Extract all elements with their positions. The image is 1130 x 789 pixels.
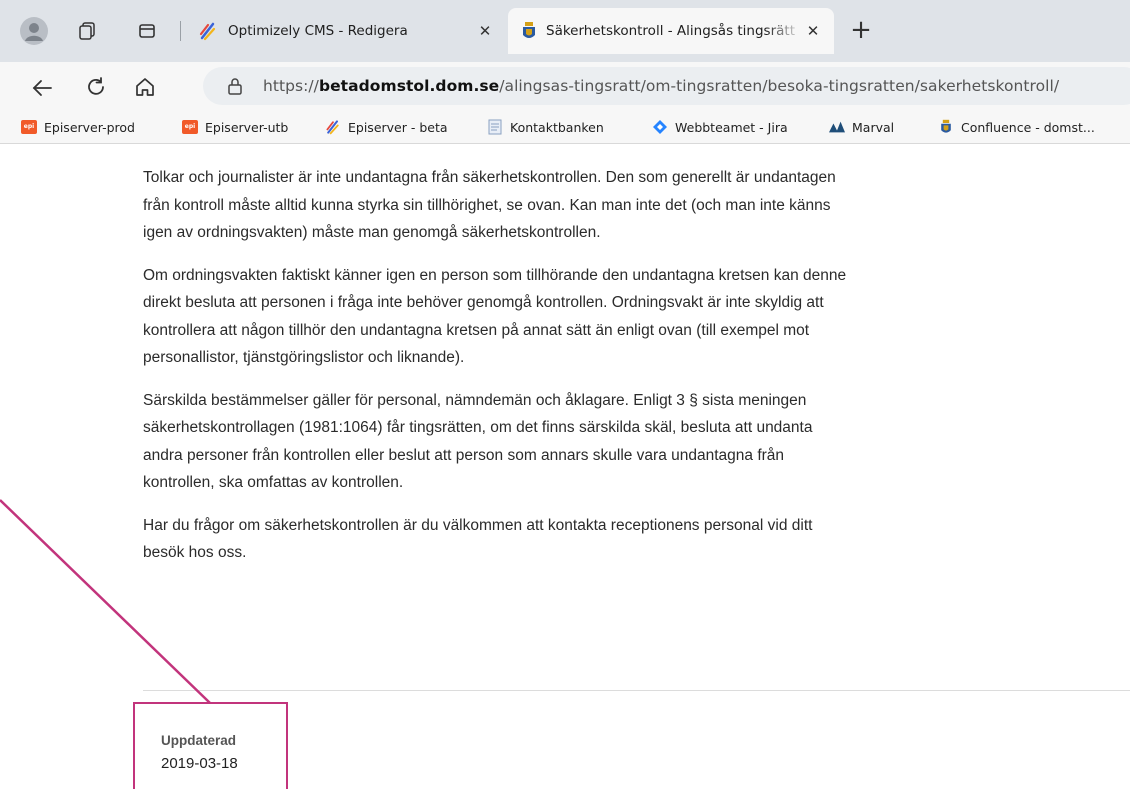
url-host: betadomstol.dom.se <box>318 77 500 95</box>
bookmark-episerver-beta[interactable]: Episerver - beta <box>325 119 448 135</box>
address-bar[interactable]: https://betadomstol.dom.se/alingsas-ting… <box>203 67 1130 105</box>
bookmark-label: Confluence - domst... <box>961 119 1095 135</box>
content-divider <box>143 690 1130 691</box>
episerver-icon: epi <box>182 119 198 135</box>
bookmark-label: Episerver - beta <box>348 119 448 135</box>
tab-title: Optimizely CMS - Redigera <box>228 23 408 39</box>
refresh-icon[interactable] <box>84 75 108 99</box>
tab-optimizely[interactable]: Optimizely CMS - Redigera ✕ <box>190 8 506 54</box>
bookmark-label: Kontaktbanken <box>510 119 604 135</box>
paragraph: Tolkar och journalister är inte undantag… <box>143 169 836 241</box>
url-text: https://betadomstol.dom.se/alingsas-ting… <box>263 77 1059 95</box>
paragraph: Har du frågor om säkerhetskontrollen är … <box>143 516 813 562</box>
annotation-highlight-box <box>133 702 288 789</box>
browser-toolbar: https://betadomstol.dom.se/alingsas-ting… <box>0 62 1130 112</box>
home-icon[interactable] <box>133 75 157 99</box>
optimizely-icon <box>325 119 341 135</box>
lock-icon[interactable] <box>225 76 245 96</box>
tab-sakerhetskontroll[interactable]: Säkerhetskontroll - Alingsås tingsrätt ✕ <box>508 8 834 54</box>
tab-title: Säkerhetskontroll - Alingsås tingsrätt <box>546 23 796 39</box>
new-tab-button[interactable]: + <box>846 16 876 46</box>
bookmark-episerver-utb[interactable]: epi Episerver-utb <box>182 119 288 135</box>
crest-icon <box>522 21 536 41</box>
url-path: /alingsas-tingsratt/om-tingsratten/besok… <box>499 77 1060 95</box>
bookmark-label: Marval <box>852 119 895 135</box>
episerver-icon: epi <box>21 119 37 135</box>
bookmark-label: Episerver-utb <box>205 119 289 135</box>
url-scheme: https:// <box>263 77 319 95</box>
jira-icon <box>652 119 668 135</box>
bookmark-confluence[interactable]: Confluence - domst... <box>938 119 1095 135</box>
crest-icon <box>938 119 954 135</box>
bookmark-episerver-prod[interactable]: epi Episerver-prod <box>21 119 135 135</box>
tab-strip: Optimizely CMS - Redigera ✕ Säkerhetskon… <box>0 0 1130 62</box>
back-arrow-icon[interactable] <box>30 76 54 100</box>
close-icon[interactable]: ✕ <box>804 22 822 40</box>
bookmark-jira[interactable]: Webbteamet - Jira <box>652 119 788 135</box>
bookmark-marval[interactable]: Marval <box>829 119 894 135</box>
tab-separator <box>180 21 181 41</box>
bookmarks-bar: epi Episerver-prod epi Episerver-utb Epi… <box>0 112 1130 144</box>
bookmark-label: Episerver-prod <box>44 119 135 135</box>
tab-actions-icon[interactable] <box>136 20 158 42</box>
close-icon[interactable]: ✕ <box>476 22 494 40</box>
article-body: Tolkar och journalister är inte undantag… <box>143 164 853 582</box>
optimizely-icon <box>198 21 218 41</box>
paragraph: Om ordningsvakten faktiskt känner igen e… <box>143 266 847 367</box>
document-icon <box>487 119 503 135</box>
paragraph: Särskilda bestämmelser gäller för person… <box>143 391 813 492</box>
profile-avatar-icon[interactable] <box>20 17 48 45</box>
bookmark-kontaktbanken[interactable]: Kontaktbanken <box>487 119 604 135</box>
marval-icon <box>829 119 845 135</box>
bookmark-label: Webbteamet - Jira <box>675 119 788 135</box>
workspaces-icon[interactable] <box>76 20 98 42</box>
